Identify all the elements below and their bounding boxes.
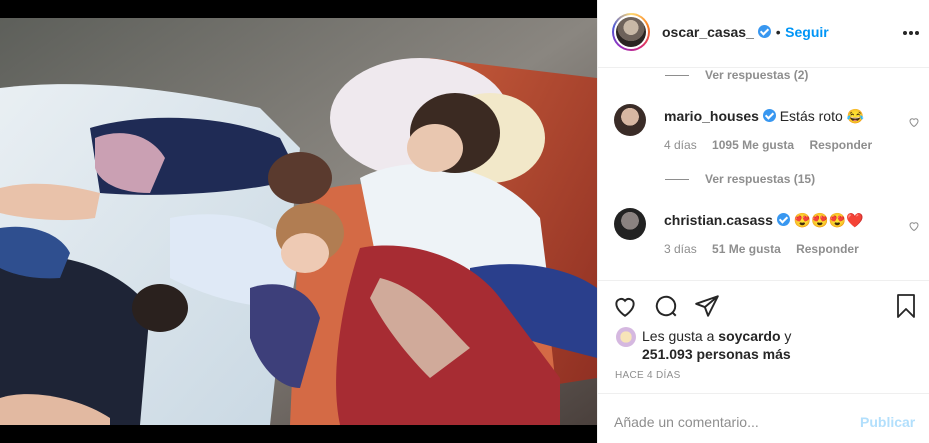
comment-avatar[interactable]: [614, 208, 646, 240]
post-photo-pane: [0, 0, 597, 443]
comment-likes[interactable]: 1095 Me gusta: [712, 138, 794, 152]
more-options-icon[interactable]: [901, 25, 921, 41]
view-replies-button[interactable]: Ver respuestas (15): [665, 172, 815, 186]
like-comment-heart-icon[interactable]: [908, 219, 920, 232]
view-replies-label: Ver respuestas (2): [705, 68, 809, 82]
separator-dot: •: [775, 24, 781, 40]
comment-meta: 4 días 1095 Me gusta Responder: [664, 138, 872, 152]
comment-body: Estás roto 😂: [779, 108, 865, 124]
author-avatar[interactable]: [612, 13, 650, 51]
post-photo-illustration: [0, 18, 597, 425]
reply-button[interactable]: Responder: [809, 138, 872, 152]
comment-age: 3 días: [664, 242, 697, 256]
comments-list[interactable]: Ver respuestas (2) mario_houses Estás ro…: [598, 68, 929, 280]
likes-count-line: 251.093 personas más: [642, 345, 791, 363]
reply-button[interactable]: Responder: [796, 242, 859, 256]
comment-bubble-icon[interactable]: [653, 293, 679, 319]
post-timestamp[interactable]: HACE 4 DÍAS: [615, 370, 681, 381]
likes-prefix: Les gusta a: [642, 328, 715, 344]
post-actions: Les gusta a soycardo y 251.093 personas …: [598, 280, 929, 392]
comment-likes[interactable]: 51 Me gusta: [712, 242, 781, 256]
save-bookmark-icon[interactable]: [894, 293, 918, 319]
comment-body: 😍😍😍❤️: [793, 212, 864, 228]
view-replies-label: Ver respuestas (15): [705, 172, 816, 186]
share-paper-plane-icon[interactable]: [694, 293, 720, 319]
author-username[interactable]: oscar_casas_: [662, 24, 754, 40]
post-photo[interactable]: [0, 18, 597, 425]
replies-line: [665, 75, 689, 77]
comment-age: 4 días: [664, 138, 697, 152]
verified-badge-icon: [758, 25, 772, 38]
replies-line: [665, 179, 689, 181]
comment-avatar[interactable]: [614, 104, 646, 136]
comment-username[interactable]: mario_houses: [664, 108, 759, 124]
comment-input[interactable]: Añade un comentario...: [614, 414, 759, 430]
verified-badge-icon: [762, 109, 776, 122]
like-heart-icon[interactable]: [612, 293, 638, 319]
verified-badge-icon: [776, 213, 790, 226]
likes-count[interactable]: 251.093 personas más: [642, 346, 791, 362]
likes-summary: Les gusta a soycardo y: [642, 327, 791, 345]
liker-username[interactable]: soycardo: [718, 328, 780, 344]
comment: christian.casass 😍😍😍❤️: [664, 212, 863, 229]
post-details-panel: oscar_casas_ • Seguir Ver respuestas (2)…: [597, 0, 929, 443]
avatar-image: [616, 17, 646, 47]
add-comment-bar: Añade un comentario... Publicar: [598, 393, 929, 443]
comment-username[interactable]: christian.casass: [664, 212, 773, 228]
like-comment-heart-icon[interactable]: [908, 115, 920, 128]
comment: mario_houses Estás roto 😂: [664, 108, 864, 125]
post-header: oscar_casas_ • Seguir: [598, 0, 929, 68]
comment-meta: 3 días 51 Me gusta Responder: [664, 242, 859, 256]
view-replies-button[interactable]: Ver respuestas (2): [665, 68, 808, 82]
publish-button[interactable]: Publicar: [860, 414, 915, 430]
author-line: oscar_casas_ • Seguir: [662, 24, 829, 42]
follow-button[interactable]: Seguir: [785, 24, 829, 40]
liker-avatar[interactable]: [616, 327, 636, 347]
likes-conjunction: y: [784, 328, 792, 344]
